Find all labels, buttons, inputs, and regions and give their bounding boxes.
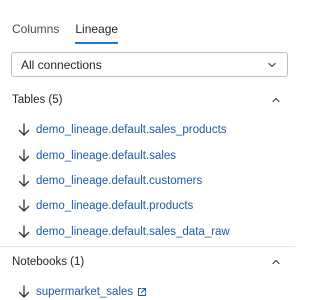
section-divider <box>0 246 295 247</box>
table-link[interactable]: demo_lineage.default.sales_data_raw <box>36 226 230 238</box>
arrow-down-icon <box>18 199 30 213</box>
external-link-icon[interactable] <box>137 287 147 297</box>
tab-lineage[interactable]: Lineage <box>75 18 118 44</box>
tables-section-title: Tables (5) <box>12 94 63 106</box>
list-item: demo_lineage.default.customers <box>18 173 202 189</box>
table-link[interactable]: demo_lineage.default.products <box>36 200 193 212</box>
list-item: supermarket_sales <box>18 284 147 300</box>
tables-section-header[interactable]: Tables (5) <box>12 92 282 108</box>
arrow-down-icon <box>18 123 30 137</box>
arrow-down-icon <box>18 174 30 188</box>
list-item: demo_lineage.default.sales_data_raw <box>18 224 230 240</box>
connections-select[interactable]: All connections <box>11 52 288 77</box>
chevron-down-icon <box>266 59 278 71</box>
list-item: demo_lineage.default.products <box>18 198 193 214</box>
tab-columns[interactable]: Columns <box>12 18 59 40</box>
arrow-down-icon <box>18 285 30 299</box>
table-link[interactable]: demo_lineage.default.sales <box>36 150 176 162</box>
arrow-down-icon <box>18 225 30 239</box>
list-item: demo_lineage.default.sales_products <box>18 122 227 138</box>
list-item: demo_lineage.default.sales <box>18 148 176 164</box>
chevron-up-icon <box>270 256 282 268</box>
table-link[interactable]: demo_lineage.default.customers <box>36 175 202 187</box>
arrow-down-icon <box>18 149 30 163</box>
notebooks-section-title: Notebooks (1) <box>12 256 85 268</box>
notebook-link[interactable]: supermarket_sales <box>36 286 133 298</box>
notebooks-section-header[interactable]: Notebooks (1) <box>12 254 282 270</box>
connections-select-value: All connections <box>21 57 102 72</box>
chevron-up-icon <box>270 94 282 106</box>
table-link[interactable]: demo_lineage.default.sales_products <box>36 124 227 136</box>
detail-tabs: Columns Lineage <box>12 18 118 44</box>
